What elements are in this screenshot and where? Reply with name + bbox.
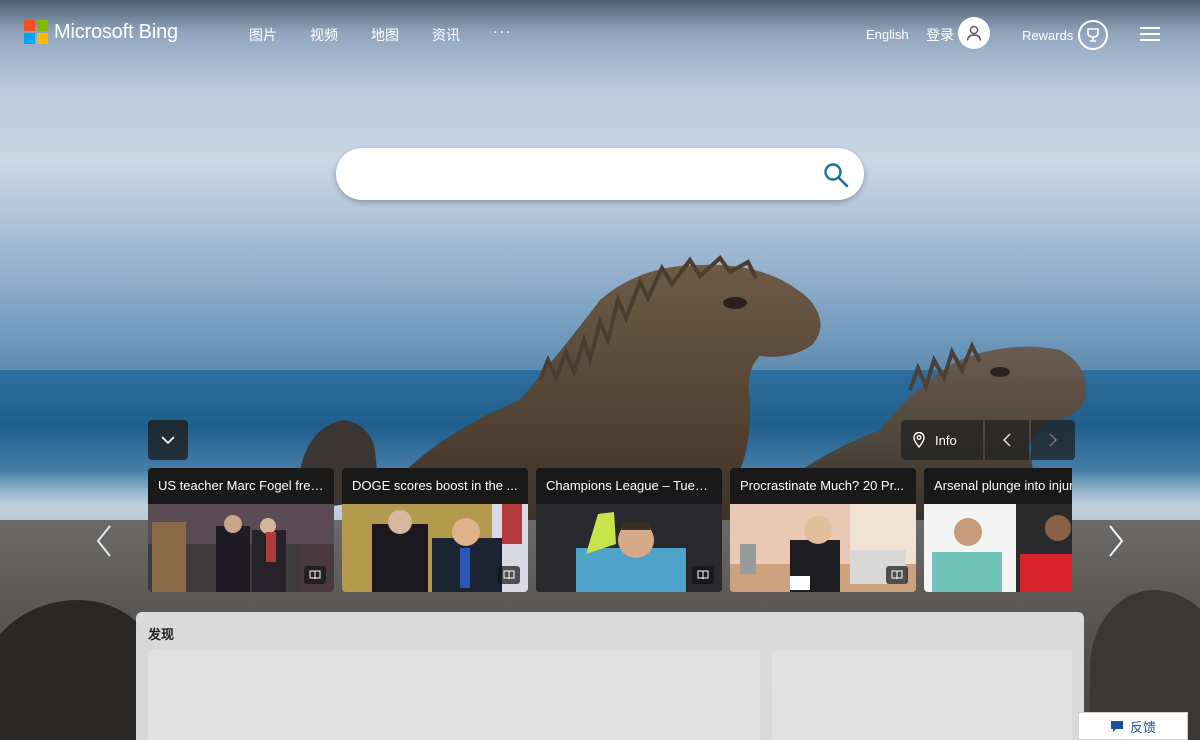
news-card-title: US teacher Marc Fogel free... bbox=[148, 468, 334, 504]
search-input[interactable] bbox=[360, 160, 820, 188]
feedback-label: 反馈 bbox=[1129, 720, 1156, 736]
read-article-icon bbox=[498, 566, 520, 584]
chevron-right-icon bbox=[1049, 433, 1058, 447]
read-article-icon bbox=[304, 566, 326, 584]
chevron-left-icon bbox=[1002, 433, 1011, 447]
news-card-title: Procrastinate Much? 20 Pr... bbox=[730, 468, 916, 504]
previous-image-button[interactable] bbox=[985, 420, 1029, 460]
location-pin-icon bbox=[913, 432, 925, 448]
news-carousel: US teacher Marc Fogel free... DOGE score… bbox=[148, 468, 1072, 592]
discover-title: 发现 bbox=[148, 628, 175, 643]
feedback-button[interactable]: 反馈 bbox=[1078, 712, 1188, 740]
nav-item-news[interactable]: 资讯 bbox=[432, 25, 460, 45]
read-article-icon bbox=[692, 566, 714, 584]
collapse-carousel-button[interactable] bbox=[148, 420, 188, 460]
search-icon[interactable] bbox=[822, 161, 850, 189]
news-card[interactable]: US teacher Marc Fogel free... bbox=[148, 468, 334, 592]
news-card[interactable]: Procrastinate Much? 20 Pr... bbox=[730, 468, 916, 592]
chevron-down-icon bbox=[161, 436, 175, 445]
microsoft-logo-icon bbox=[24, 20, 48, 44]
chat-bubble-icon bbox=[1110, 720, 1123, 732]
news-card[interactable]: DOGE scores boost in the ... bbox=[342, 468, 528, 592]
logo-text: Microsoft Bing bbox=[54, 20, 178, 43]
bing-logo[interactable]: Microsoft Bing bbox=[24, 20, 178, 44]
news-card-title: Arsenal plunge into injury bbox=[924, 468, 1072, 504]
nav-more-button[interactable]: ··· bbox=[493, 25, 512, 45]
trophy-icon bbox=[1087, 28, 1099, 42]
news-prev-arrow-icon[interactable] bbox=[94, 524, 114, 558]
news-card-title: Champions League – Tues... bbox=[536, 468, 722, 504]
search-box bbox=[336, 148, 864, 200]
read-article-icon bbox=[886, 566, 908, 584]
news-card[interactable]: Champions League – Tues... bbox=[536, 468, 722, 592]
menu-hamburger-icon[interactable] bbox=[1140, 27, 1160, 41]
rewards-trophy-icon[interactable] bbox=[1078, 20, 1108, 50]
nav-item-images[interactable]: 图片 bbox=[249, 25, 277, 45]
news-card[interactable]: Arsenal plunge into injury bbox=[924, 468, 1072, 592]
info-label: Info bbox=[935, 432, 957, 448]
user-icon bbox=[966, 25, 982, 41]
nav-item-videos[interactable]: 视频 bbox=[310, 25, 338, 45]
avatar[interactable] bbox=[958, 17, 990, 49]
news-next-arrow-icon[interactable] bbox=[1106, 524, 1126, 558]
image-info-controls: Info bbox=[901, 420, 1075, 460]
discover-section: 发现 bbox=[136, 612, 1084, 740]
signin-link[interactable]: 登录 bbox=[926, 25, 954, 45]
news-thumbnail bbox=[924, 504, 1072, 592]
rewards-link[interactable]: Rewards bbox=[1022, 28, 1073, 43]
image-info-button[interactable]: Info bbox=[901, 420, 983, 460]
discover-card-side[interactable] bbox=[772, 650, 1072, 740]
next-image-button[interactable] bbox=[1031, 420, 1075, 460]
nav-item-maps[interactable]: 地图 bbox=[371, 25, 399, 45]
top-nav: 图片 视频 地图 资讯 ··· bbox=[249, 25, 545, 45]
discover-card-main[interactable] bbox=[148, 650, 760, 740]
news-card-title: DOGE scores boost in the ... bbox=[342, 468, 528, 504]
language-link[interactable]: English bbox=[866, 27, 909, 42]
